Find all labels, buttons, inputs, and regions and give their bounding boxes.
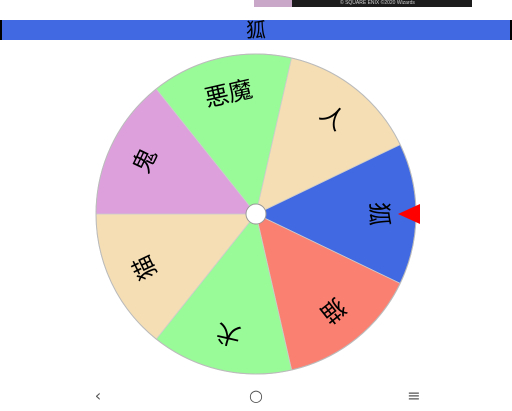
roulette-wheel[interactable]: 狐猫犬猫鬼悪魔人 bbox=[0, 0, 512, 411]
back-button[interactable]: ‹ bbox=[78, 384, 118, 408]
wheel-center-hub[interactable] bbox=[245, 203, 267, 225]
home-button[interactable]: ○ bbox=[236, 384, 276, 408]
menu-button[interactable]: ≡ bbox=[394, 384, 434, 408]
wheel-segment-label: 狐 bbox=[365, 202, 393, 226]
system-navigation-bar: ‹ ○ ≡ bbox=[0, 380, 512, 411]
